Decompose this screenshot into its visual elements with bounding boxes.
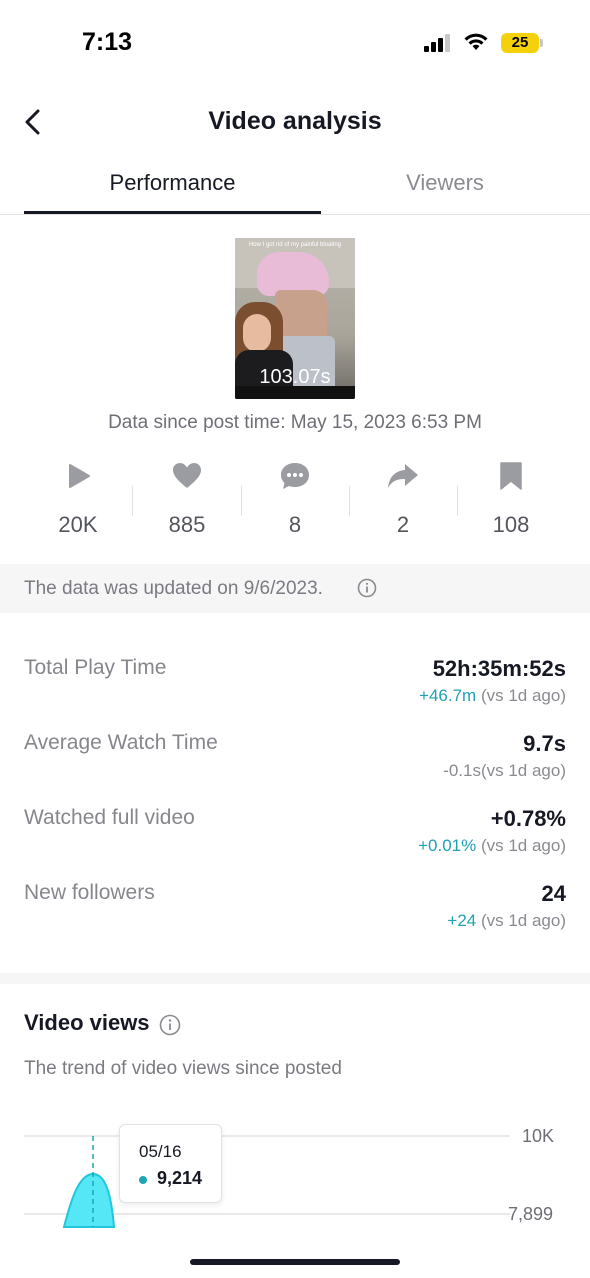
tooltip-value: 9,214: [157, 1168, 203, 1188]
delta-change: -0.1s: [443, 761, 481, 780]
stat-plays: 20K: [24, 458, 132, 548]
stat-bookmarks: 108: [457, 458, 565, 548]
post-time-text: Data since post time: May 15, 2023 6:53 …: [108, 412, 482, 433]
thumbnail-face: [243, 314, 271, 352]
metric-delta: -0.1s(vs 1d ago): [443, 761, 566, 781]
chart-tooltip: 05/16 9,214: [119, 1124, 222, 1203]
metric-delta: +0.01% (vs 1d ago): [418, 836, 566, 856]
header: Video analysis: [0, 95, 590, 150]
delta-comparison: (vs 1d ago): [480, 761, 566, 780]
tooltip-date: 05/16: [139, 1142, 182, 1161]
delta-change: +24: [447, 911, 477, 930]
stat-comments: 8: [241, 458, 349, 548]
bookmark-icon: [500, 462, 522, 490]
metric-delta: +24 (vs 1d ago): [447, 911, 566, 931]
status-time: 7:13: [82, 28, 133, 56]
metric-new-followers: New followers 24 +24 (vs 1d ago): [24, 881, 566, 951]
info-icon[interactable]: [357, 578, 377, 598]
video-duration: 103.07s: [259, 366, 331, 388]
video-views-chart[interactable]: [0, 1100, 590, 1230]
stat-value: 8: [288, 512, 302, 537]
info-icon[interactable]: [159, 1014, 181, 1036]
delta-comparison: (vs 1d ago): [476, 911, 566, 930]
thumbnail-caption: How I got rid of my painful bloating: [248, 242, 342, 248]
active-tab-indicator: [24, 211, 321, 214]
home-indicator: [190, 1259, 400, 1265]
metric-label: Total Play Time: [24, 656, 167, 679]
status-bar: 7:13 25: [0, 0, 590, 90]
y-tick-label-bottom: 7,899: [508, 1204, 554, 1224]
metric-delta: +46.7m (vs 1d ago): [419, 686, 566, 706]
metric-average-watch-time: Average Watch Time 9.7s -0.1s(vs 1d ago): [24, 731, 566, 801]
stat-likes: 885: [133, 458, 241, 548]
metric-value: 24: [541, 881, 566, 906]
stat-value: 885: [168, 512, 206, 537]
update-text: The data was updated on 9/6/2023.: [24, 578, 323, 599]
comment-icon: [281, 463, 309, 489]
play-icon: [69, 464, 90, 488]
y-tick-label-top: 10K: [522, 1126, 555, 1146]
wifi-icon: [464, 33, 488, 50]
delta-change: +46.7m: [419, 686, 477, 705]
metric-label: New followers: [24, 881, 155, 904]
metric-label: Watched full video: [24, 806, 195, 829]
metric-value: 9.7s: [523, 731, 566, 756]
engagement-stats: 20K 885 8 2 108: [24, 458, 566, 548]
heart-icon: [173, 463, 201, 488]
stat-value: 108: [492, 512, 530, 537]
metric-value: 52h:35m:52s: [432, 656, 566, 681]
cellular-signal-icon: [424, 34, 450, 52]
metric-watched-full-video: Watched full video +0.78% +0.01% (vs 1d …: [24, 806, 566, 876]
delta-comparison: (vs 1d ago): [476, 686, 566, 705]
stat-value: 2: [396, 512, 410, 537]
video-views-subtitle: The trend of video views since posted: [24, 1058, 342, 1079]
tab-bar: Performance Viewers: [0, 160, 590, 215]
battery-nub: [540, 39, 543, 47]
battery-indicator: 25: [501, 33, 539, 53]
tooltip-series-dot: [139, 1176, 147, 1184]
metric-value: +0.78%: [490, 806, 566, 831]
video-thumbnail[interactable]: How I got rid of my painful bloating 103…: [235, 238, 355, 399]
metric-label: Average Watch Time: [24, 731, 218, 754]
update-banner: The data was updated on 9/6/2023.: [0, 564, 590, 613]
stat-value: 20K: [58, 512, 98, 537]
section-divider: [0, 973, 590, 984]
delta-comparison: (vs 1d ago): [476, 836, 566, 855]
video-views-title: Video views: [24, 1010, 150, 1035]
delta-change: +0.01%: [418, 836, 477, 855]
tab-viewers[interactable]: Viewers: [300, 170, 590, 196]
page-title: Video analysis: [208, 107, 382, 135]
share-icon: [388, 464, 418, 488]
metric-total-play-time: Total Play Time 52h:35m:52s +46.7m (vs 1…: [24, 656, 566, 726]
stat-shares: 2: [349, 458, 457, 548]
tab-performance[interactable]: Performance: [24, 170, 321, 196]
views-area-series: [62, 1172, 116, 1228]
